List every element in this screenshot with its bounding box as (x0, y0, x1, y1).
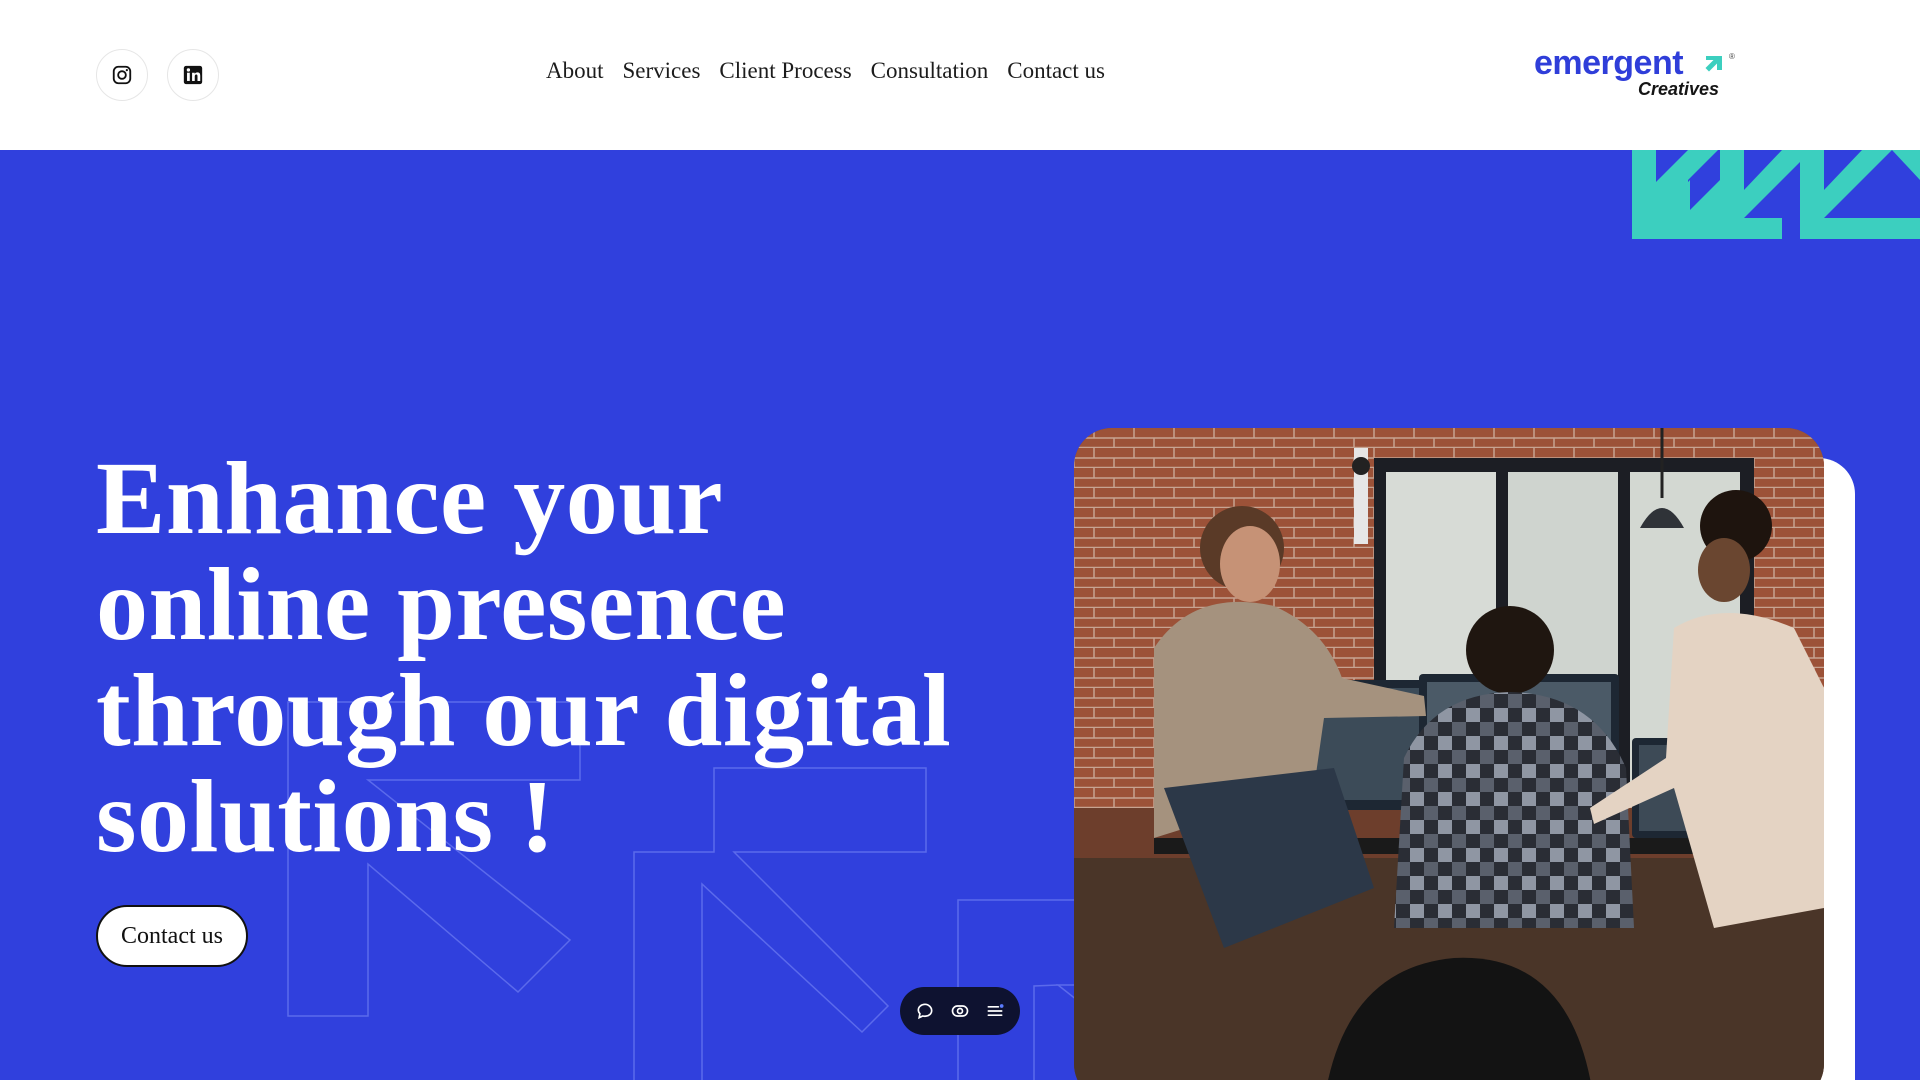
hero-headline: Enhance your online presence through our… (96, 446, 996, 870)
floating-toolbar (900, 987, 1020, 1035)
headline-line-3: through our digital (96, 653, 952, 768)
linkedin-button[interactable] (167, 49, 219, 101)
nav-contact-us[interactable]: Contact us (1007, 58, 1105, 84)
team-at-computers-photo (1074, 428, 1824, 1080)
logo-wordmark: emergent (1534, 44, 1684, 82)
logo-registered-mark: ® (1729, 52, 1735, 61)
nav-client-process[interactable]: Client Process (719, 58, 851, 84)
eye-button[interactable] (950, 1001, 970, 1021)
headline-line-4: solutions ! (96, 759, 556, 874)
headline-line-1: Enhance your (96, 441, 724, 556)
emergent-creatives-logo[interactable]: emergent ® Creatives (1534, 46, 1740, 106)
linkedin-icon (183, 65, 203, 85)
site-header: About Services Client Process Consultati… (0, 0, 1920, 150)
logo-subtitle: Creatives (1638, 79, 1720, 99)
teal-arrow-pattern (1632, 150, 1920, 239)
instagram-button[interactable] (96, 49, 148, 101)
headline-line-2: online presence (96, 547, 787, 662)
nav-services[interactable]: Services (623, 58, 701, 84)
main-nav: About Services Client Process Consultati… (546, 58, 1105, 84)
menu-icon (987, 1004, 1004, 1016)
menu-button[interactable] (985, 1001, 1005, 1021)
chat-bubble-icon (917, 1003, 933, 1020)
nav-consultation[interactable]: Consultation (871, 58, 989, 84)
contact-us-button[interactable]: Contact us (96, 905, 248, 967)
logo-arrow-icon (1705, 56, 1722, 72)
chat-bubble-button[interactable] (915, 1001, 935, 1021)
hero-section: Enhance your online presence through our… (0, 150, 1920, 1080)
instagram-icon (112, 65, 132, 85)
eye-icon (951, 1005, 969, 1017)
nav-about[interactable]: About (546, 58, 604, 84)
